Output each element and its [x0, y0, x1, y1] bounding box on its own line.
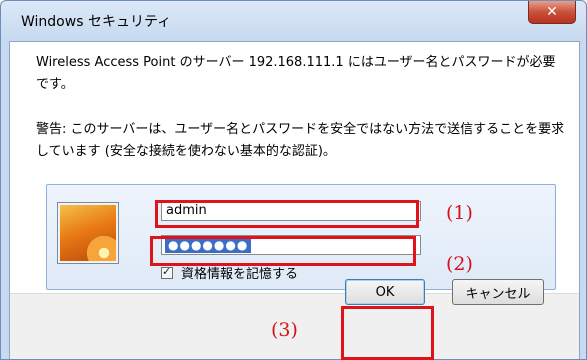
annotation-label-2: (2) — [446, 253, 473, 275]
flower-image — [60, 205, 116, 261]
annotation-label-1: (1) — [446, 202, 473, 224]
remember-checkbox[interactable]: ✓ — [161, 264, 173, 279]
annotation-box-3 — [341, 306, 434, 360]
title-bar[interactable]: Windows セキュリティ ✕ — [1, 1, 586, 41]
annotation-box-1 — [155, 200, 419, 228]
annotation-box-2 — [150, 236, 416, 266]
warning-message: 警告: このサーバーは、ユーザー名とパスワードを安全ではない方法で送信することを… — [36, 122, 565, 159]
server-message: Wireless Access Point のサーバー 192.168.111.… — [36, 55, 556, 92]
close-button[interactable]: ✕ — [528, 1, 576, 24]
cancel-button[interactable]: キャンセル — [452, 279, 544, 305]
dialog-title: Windows セキュリティ — [21, 14, 172, 30]
user-avatar — [57, 202, 119, 264]
check-icon: ✓ — [162, 264, 172, 278]
security-dialog: Windows セキュリティ ✕ Wireless Access Point の… — [0, 0, 587, 360]
close-icon: ✕ — [546, 4, 558, 20]
annotation-label-3: (3) — [271, 319, 298, 341]
ok-button[interactable]: OK — [345, 279, 425, 305]
